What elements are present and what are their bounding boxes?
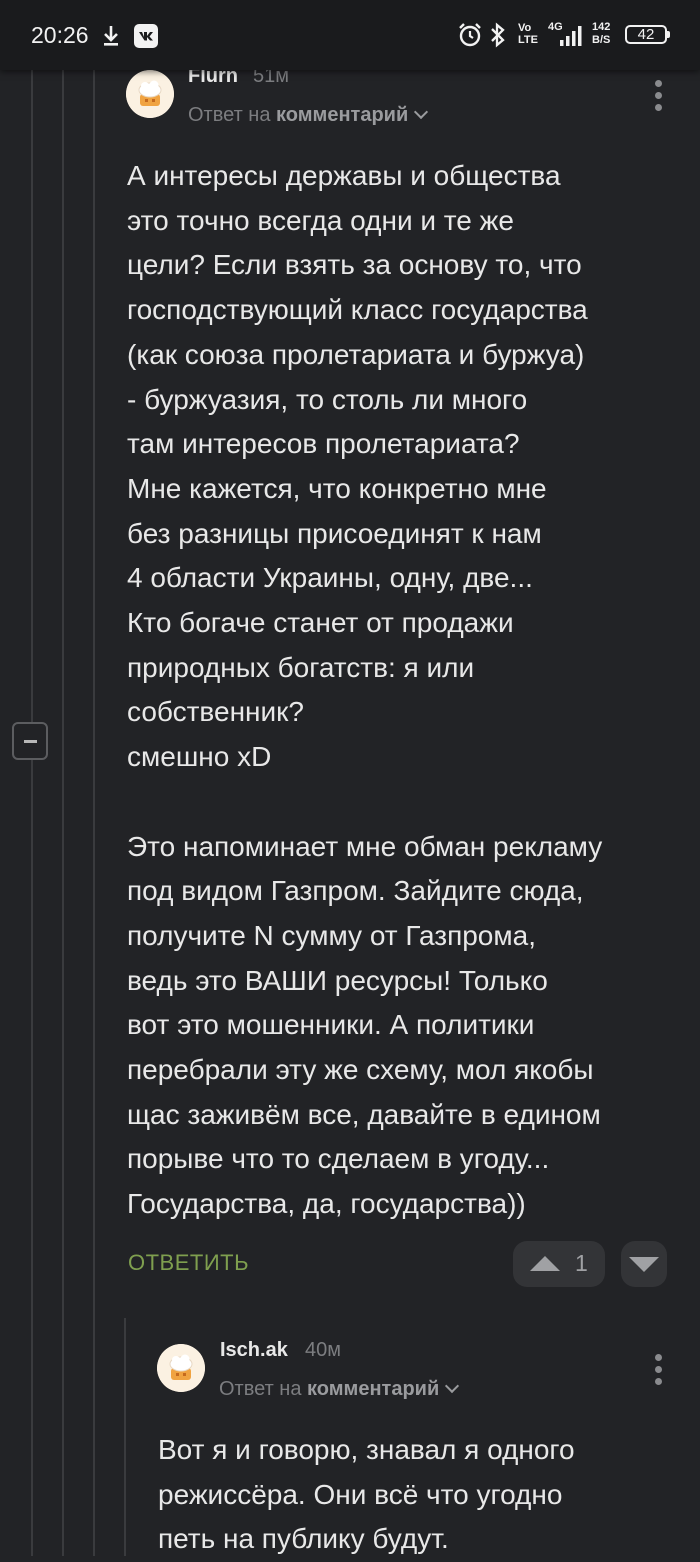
comment-username[interactable]: Isch.ak xyxy=(220,1339,288,1362)
bluetooth-icon xyxy=(491,22,505,48)
comment-text: Вот я и говорю, знавал я одного режиссёр… xyxy=(158,1434,575,1555)
comment-time: 40м xyxy=(305,1339,341,1361)
vk-icon xyxy=(134,24,158,48)
battery-icon: 42 xyxy=(625,25,667,44)
more-options-icon[interactable] xyxy=(655,1354,663,1390)
reply-to-link[interactable]: Ответ на комментарий xyxy=(188,104,429,127)
signal-4g-icon: 4G xyxy=(548,20,584,48)
network-speed-value: 142 xyxy=(592,21,611,33)
arrow-down-icon xyxy=(629,1257,659,1272)
thread-line xyxy=(93,70,95,1556)
chevron-down-icon[interactable] xyxy=(414,104,429,120)
thread-line xyxy=(62,70,64,1556)
upvote-button[interactable]: 1 xyxy=(513,1241,605,1287)
thread-line xyxy=(31,760,33,1556)
reply-button[interactable]: ОТВЕТИТЬ xyxy=(128,1250,249,1276)
reply-to-target[interactable]: комментарий xyxy=(307,1378,439,1400)
more-options-icon[interactable] xyxy=(655,80,663,116)
battery-level: 42 xyxy=(637,26,655,43)
volte-icon: Vo LTE xyxy=(518,22,538,46)
comment-text: А интересы державы и общества это точно … xyxy=(127,160,603,1220)
chevron-down-icon[interactable] xyxy=(445,1378,460,1394)
network-speed-unit: B/S xyxy=(592,34,611,46)
default-avatar-icon xyxy=(126,70,174,118)
network-speed: 142 B/S xyxy=(592,21,610,47)
reply-to-link[interactable]: Ответ на комментарий xyxy=(219,1378,460,1401)
alarm-icon xyxy=(459,23,481,47)
avatar[interactable] xyxy=(126,70,174,118)
downvote-button[interactable] xyxy=(621,1241,667,1287)
default-avatar-icon xyxy=(157,1344,205,1392)
download-icon xyxy=(104,26,118,46)
arrow-up-icon xyxy=(530,1256,560,1271)
rating-count: 1 xyxy=(575,1250,588,1276)
status-bar: 20:26 Vo LTE 4G 142 B/S 42 xyxy=(0,0,700,70)
thread-line xyxy=(31,70,33,722)
avatar[interactable] xyxy=(157,1344,205,1392)
reply-to-prefix: Ответ на xyxy=(219,1378,302,1400)
collapse-thread-button[interactable] xyxy=(12,722,48,760)
status-time: 20:26 xyxy=(31,22,89,48)
battery-tip xyxy=(667,31,670,38)
thread-line xyxy=(124,1318,126,1556)
reply-to-prefix: Ответ на xyxy=(188,104,271,126)
reply-to-target[interactable]: комментарий xyxy=(276,104,408,126)
